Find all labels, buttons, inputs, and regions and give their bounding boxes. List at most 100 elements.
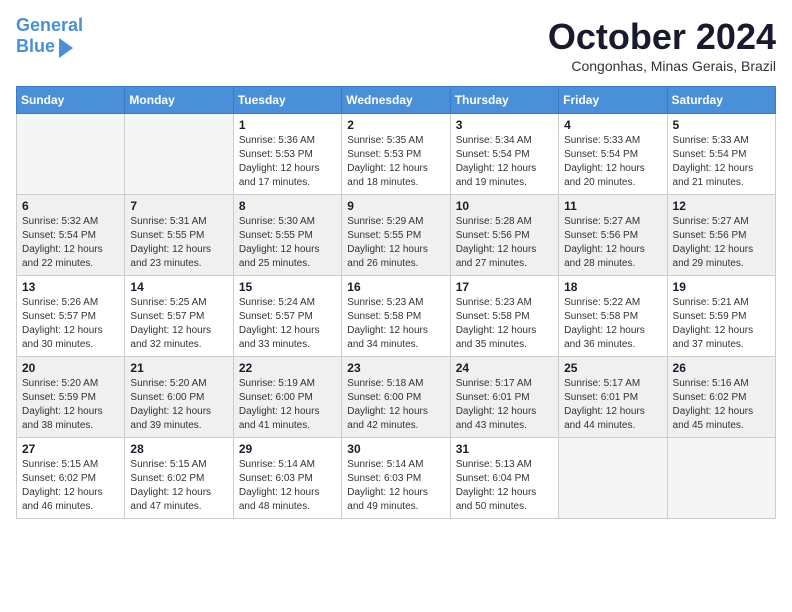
day-number: 31 <box>456 442 553 456</box>
day-info: Sunrise: 5:33 AMSunset: 5:54 PMDaylight:… <box>673 134 770 190</box>
calendar-header-row: SundayMondayTuesdayWednesdayThursdayFrid… <box>17 87 776 114</box>
calendar-week-row: 1 Sunrise: 5:36 AMSunset: 5:53 PMDaylight… <box>17 114 776 195</box>
day-info: Sunrise: 5:36 AMSunset: 5:53 PMDaylight:… <box>239 134 336 190</box>
day-number: 8 <box>239 199 336 213</box>
day-number: 19 <box>673 280 770 294</box>
day-info: Sunrise: 5:26 AMSunset: 5:57 PMDaylight:… <box>22 296 119 352</box>
calendar-cell <box>125 114 233 195</box>
calendar-cell: 21 Sunrise: 5:20 AMSunset: 6:00 PMDayligh… <box>125 357 233 438</box>
day-number: 1 <box>239 118 336 132</box>
day-number: 6 <box>22 199 119 213</box>
calendar-cell: 23 Sunrise: 5:18 AMSunset: 6:00 PMDayligh… <box>342 357 450 438</box>
day-number: 12 <box>673 199 770 213</box>
day-info: Sunrise: 5:32 AMSunset: 5:54 PMDaylight:… <box>22 215 119 271</box>
calendar-cell: 4Sunrise: 5:33 AMSunset: 5:54 PMDaylight… <box>559 114 667 195</box>
weekday-header: Sunday <box>17 87 125 114</box>
calendar-cell: 24Sunrise: 5:17 AMSunset: 6:01 PMDayligh… <box>450 357 558 438</box>
calendar-cell: 30 Sunrise: 5:14 AMSunset: 6:03 PMDayligh… <box>342 438 450 519</box>
day-number: 11 <box>564 199 661 213</box>
day-number: 2 <box>347 118 444 132</box>
day-number: 15 <box>239 280 336 294</box>
day-info: Sunrise: 5:20 AMSunset: 5:59 PMDaylight:… <box>22 377 119 433</box>
calendar-cell: 26Sunrise: 5:16 AMSunset: 6:02 PMDayligh… <box>667 357 775 438</box>
day-number: 7 <box>130 199 227 213</box>
weekday-header: Tuesday <box>233 87 341 114</box>
day-info: Sunrise: 5:14 AMSunset: 6:03 PMDaylight:… <box>347 458 444 514</box>
day-number: 23 <box>347 361 444 375</box>
calendar-cell: 27 Sunrise: 5:15 AMSunset: 6:02 PMDayligh… <box>17 438 125 519</box>
day-number: 28 <box>130 442 227 456</box>
day-info: Sunrise: 5:30 AMSunset: 5:55 PMDaylight:… <box>239 215 336 271</box>
calendar-cell: 16Sunrise: 5:23 AMSunset: 5:58 PMDayligh… <box>342 276 450 357</box>
day-number: 13 <box>22 280 119 294</box>
calendar-cell: 8 Sunrise: 5:30 AMSunset: 5:55 PMDaylight… <box>233 195 341 276</box>
logo-arrow-icon <box>59 38 73 58</box>
calendar-cell: 29 Sunrise: 5:14 AMSunset: 6:03 PMDayligh… <box>233 438 341 519</box>
calendar-cell: 6 Sunrise: 5:32 AMSunset: 5:54 PMDaylight… <box>17 195 125 276</box>
day-info: Sunrise: 5:17 AMSunset: 6:01 PMDaylight:… <box>564 377 661 433</box>
logo-text: General Blue <box>16 16 83 58</box>
logo-general: General <box>16 15 83 35</box>
calendar-week-row: 6 Sunrise: 5:32 AMSunset: 5:54 PMDaylight… <box>17 195 776 276</box>
calendar-cell: 13 Sunrise: 5:26 AMSunset: 5:57 PMDayligh… <box>17 276 125 357</box>
location-subtitle: Congonhas, Minas Gerais, Brazil <box>548 58 776 74</box>
calendar-cell: 18 Sunrise: 5:22 AMSunset: 5:58 PMDayligh… <box>559 276 667 357</box>
calendar-cell: 22 Sunrise: 5:19 AMSunset: 6:00 PMDayligh… <box>233 357 341 438</box>
day-number: 14 <box>130 280 227 294</box>
day-number: 30 <box>347 442 444 456</box>
calendar-cell: 31 Sunrise: 5:13 AMSunset: 6:04 PMDayligh… <box>450 438 558 519</box>
day-info: Sunrise: 5:20 AMSunset: 6:00 PMDaylight:… <box>130 377 227 433</box>
calendar-cell: 25 Sunrise: 5:17 AMSunset: 6:01 PMDayligh… <box>559 357 667 438</box>
day-number: 21 <box>130 361 227 375</box>
calendar-cell: 14 Sunrise: 5:25 AMSunset: 5:57 PMDayligh… <box>125 276 233 357</box>
calendar-cell: 28 Sunrise: 5:15 AMSunset: 6:02 PMDayligh… <box>125 438 233 519</box>
calendar-cell <box>17 114 125 195</box>
calendar-cell: 10Sunrise: 5:28 AMSunset: 5:56 PMDayligh… <box>450 195 558 276</box>
calendar-cell <box>667 438 775 519</box>
day-info: Sunrise: 5:15 AMSunset: 6:02 PMDaylight:… <box>130 458 227 514</box>
calendar-cell: 9 Sunrise: 5:29 AMSunset: 5:55 PMDaylight… <box>342 195 450 276</box>
day-info: Sunrise: 5:34 AMSunset: 5:54 PMDaylight:… <box>456 134 553 190</box>
day-info: Sunrise: 5:29 AMSunset: 5:55 PMDaylight:… <box>347 215 444 271</box>
day-info: Sunrise: 5:15 AMSunset: 6:02 PMDaylight:… <box>22 458 119 514</box>
day-info: Sunrise: 5:13 AMSunset: 6:04 PMDaylight:… <box>456 458 553 514</box>
calendar-cell: 2Sunrise: 5:35 AMSunset: 5:53 PMDaylight… <box>342 114 450 195</box>
page-header: General Blue October 2024 Congonhas, Min… <box>16 16 776 74</box>
day-info: Sunrise: 5:25 AMSunset: 5:57 PMDaylight:… <box>130 296 227 352</box>
calendar-cell: 5Sunrise: 5:33 AMSunset: 5:54 PMDaylight… <box>667 114 775 195</box>
day-info: Sunrise: 5:23 AMSunset: 5:58 PMDaylight:… <box>456 296 553 352</box>
calendar-week-row: 20 Sunrise: 5:20 AMSunset: 5:59 PMDayligh… <box>17 357 776 438</box>
day-info: Sunrise: 5:28 AMSunset: 5:56 PMDaylight:… <box>456 215 553 271</box>
calendar-cell: 11Sunrise: 5:27 AMSunset: 5:56 PMDayligh… <box>559 195 667 276</box>
logo: General Blue <box>16 16 83 58</box>
day-number: 27 <box>22 442 119 456</box>
day-number: 20 <box>22 361 119 375</box>
calendar-cell: 15Sunrise: 5:24 AMSunset: 5:57 PMDayligh… <box>233 276 341 357</box>
day-number: 29 <box>239 442 336 456</box>
day-info: Sunrise: 5:21 AMSunset: 5:59 PMDaylight:… <box>673 296 770 352</box>
day-number: 3 <box>456 118 553 132</box>
calendar-cell: 17Sunrise: 5:23 AMSunset: 5:58 PMDayligh… <box>450 276 558 357</box>
calendar-week-row: 27 Sunrise: 5:15 AMSunset: 6:02 PMDayligh… <box>17 438 776 519</box>
day-number: 18 <box>564 280 661 294</box>
day-info: Sunrise: 5:22 AMSunset: 5:58 PMDaylight:… <box>564 296 661 352</box>
day-info: Sunrise: 5:17 AMSunset: 6:01 PMDaylight:… <box>456 377 553 433</box>
day-number: 22 <box>239 361 336 375</box>
calendar-cell: 19 Sunrise: 5:21 AMSunset: 5:59 PMDayligh… <box>667 276 775 357</box>
day-number: 4 <box>564 118 661 132</box>
calendar-cell: 3 Sunrise: 5:34 AMSunset: 5:54 PMDaylight… <box>450 114 558 195</box>
day-number: 25 <box>564 361 661 375</box>
day-number: 9 <box>347 199 444 213</box>
month-title: October 2024 <box>548 16 776 58</box>
calendar-cell: 12Sunrise: 5:27 AMSunset: 5:56 PMDayligh… <box>667 195 775 276</box>
day-info: Sunrise: 5:14 AMSunset: 6:03 PMDaylight:… <box>239 458 336 514</box>
day-info: Sunrise: 5:18 AMSunset: 6:00 PMDaylight:… <box>347 377 444 433</box>
calendar-cell <box>559 438 667 519</box>
day-info: Sunrise: 5:16 AMSunset: 6:02 PMDaylight:… <box>673 377 770 433</box>
weekday-header: Wednesday <box>342 87 450 114</box>
weekday-header: Thursday <box>450 87 558 114</box>
day-info: Sunrise: 5:23 AMSunset: 5:58 PMDaylight:… <box>347 296 444 352</box>
weekday-header: Saturday <box>667 87 775 114</box>
calendar-week-row: 13 Sunrise: 5:26 AMSunset: 5:57 PMDayligh… <box>17 276 776 357</box>
day-info: Sunrise: 5:19 AMSunset: 6:00 PMDaylight:… <box>239 377 336 433</box>
